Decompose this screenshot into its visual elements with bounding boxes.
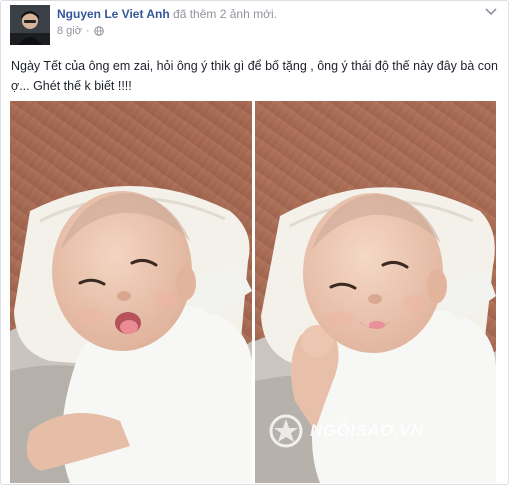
post-header: Nguyen Le Viet Anh đã thêm 2 ảnh mới. — [57, 7, 277, 21]
author-avatar[interactable] — [10, 5, 50, 45]
meta-separator: · — [85, 25, 90, 37]
avatar-image — [10, 5, 50, 45]
baby-photo-right-image — [255, 101, 496, 483]
post-text: Ngày Tết của ông em zai, hỏi ông ý thik … — [11, 59, 498, 93]
post-action-text: đã thêm 2 ảnh mới. — [173, 7, 277, 21]
baby-photo-left-image — [10, 101, 252, 483]
globe-icon[interactable] — [93, 26, 104, 36]
chevron-down-icon[interactable] — [484, 7, 498, 17]
post-card: Nguyen Le Viet Anh đã thêm 2 ảnh mới. 8 … — [0, 0, 509, 485]
baby-photo-left[interactable] — [10, 101, 252, 483]
author-name-link[interactable]: Nguyen Le Viet Anh — [57, 7, 170, 21]
baby-photo-right[interactable] — [255, 101, 496, 483]
post-timestamp[interactable]: 8 giờ — [57, 25, 82, 37]
post-meta: 8 giờ · — [57, 25, 104, 37]
